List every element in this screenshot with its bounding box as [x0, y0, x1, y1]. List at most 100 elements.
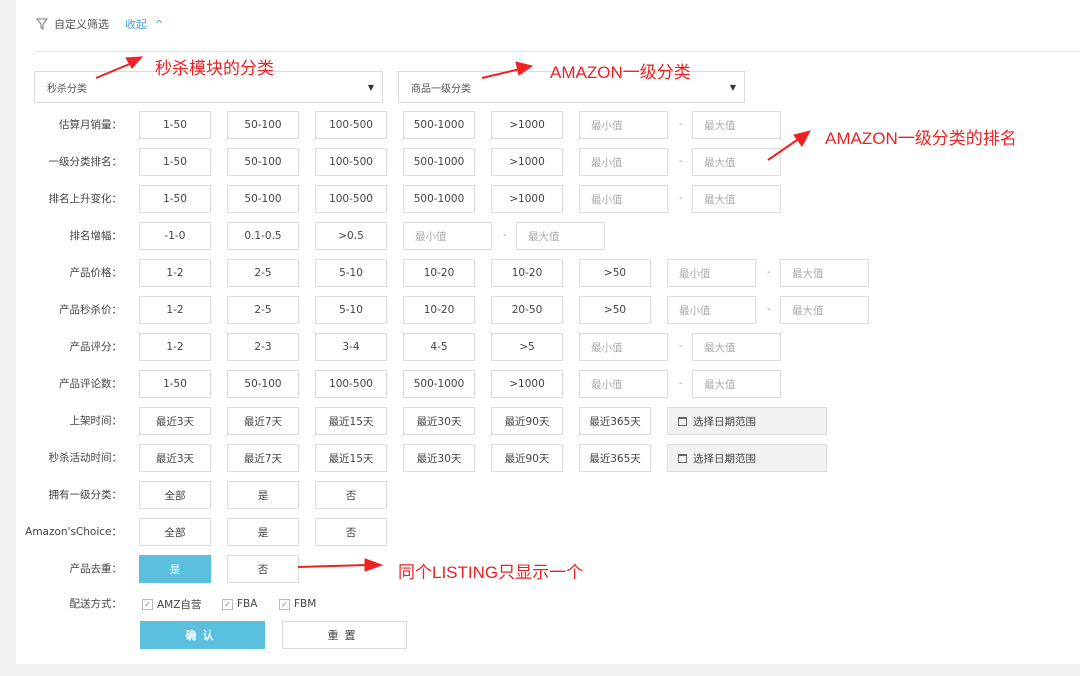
option-button[interactable]: 否 — [315, 481, 387, 509]
option-button[interactable]: 最近30天 — [403, 444, 475, 472]
min-value-input[interactable]: 最小值 — [579, 111, 668, 139]
min-value-input[interactable]: 最小值 — [579, 333, 668, 361]
option-button[interactable]: 100-500 — [315, 185, 387, 213]
option-button[interactable]: >1000 — [491, 370, 563, 398]
option-button[interactable]: 500-1000 — [403, 370, 475, 398]
option-button[interactable]: 1-50 — [139, 148, 211, 176]
max-value-input[interactable]: 最大值 — [692, 111, 781, 139]
option-button[interactable]: 1-50 — [139, 370, 211, 398]
option-button[interactable]: >1000 — [491, 185, 563, 213]
option-button[interactable]: >1000 — [491, 111, 563, 139]
max-value-input[interactable]: 最大值 — [780, 296, 869, 324]
delivery-checkbox[interactable]: ✓ FBM — [279, 596, 316, 612]
min-value-input[interactable]: 最小值 — [579, 148, 668, 176]
confirm-button[interactable]: 确认 — [140, 621, 265, 649]
delivery-checkbox[interactable]: ✓ AMZ自营 — [142, 596, 201, 612]
option-button[interactable]: 最近90天 — [491, 407, 563, 435]
option-button[interactable]: 2-3 — [227, 333, 299, 361]
min-value-input[interactable]: 最小值 — [403, 222, 492, 250]
option-button[interactable]: 500-1000 — [403, 185, 475, 213]
option-button[interactable]: 最近365天 — [579, 444, 651, 472]
option-button[interactable]: 100-500 — [315, 111, 387, 139]
min-value-input[interactable]: 最小值 — [667, 259, 756, 287]
option-button[interactable]: >50 — [579, 259, 651, 287]
product-category-value: 商品一级分类 — [411, 83, 471, 95]
option-button[interactable]: >1000 — [491, 148, 563, 176]
option-button[interactable]: 最近7天 — [227, 407, 299, 435]
option-button[interactable]: 50-100 — [227, 370, 299, 398]
min-value-input[interactable]: 最小值 — [579, 370, 668, 398]
calendar-icon — [678, 453, 687, 463]
option-button[interactable]: 1-2 — [139, 296, 211, 324]
max-value-input[interactable]: 最大值 — [516, 222, 605, 250]
option-button[interactable]: 1-50 — [139, 185, 211, 213]
option-button[interactable]: -1-0 — [139, 222, 211, 250]
option-button[interactable]: 最近30天 — [403, 407, 475, 435]
option-button[interactable]: 100-500 — [315, 148, 387, 176]
option-button[interactable]: 否 — [227, 555, 299, 583]
range-dash: - — [679, 341, 683, 352]
option-button[interactable]: 是 — [139, 555, 211, 583]
option-button[interactable]: 否 — [315, 518, 387, 546]
max-value-input[interactable]: 最大值 — [692, 370, 781, 398]
option-button[interactable]: 最近90天 — [491, 444, 563, 472]
option-button[interactable]: >5 — [491, 333, 563, 361]
row-label: Amazon'sChoice： — [25, 526, 122, 538]
option-button[interactable]: 是 — [227, 481, 299, 509]
range-dash: - — [679, 119, 683, 130]
date-range-picker[interactable]: 选择日期范围 — [667, 407, 827, 435]
option-button[interactable]: 1-2 — [139, 333, 211, 361]
option-button[interactable]: 2-5 — [227, 259, 299, 287]
option-button[interactable]: 20-50 — [491, 296, 563, 324]
option-button[interactable]: 全部 — [139, 481, 211, 509]
option-button[interactable]: 1-2 — [139, 259, 211, 287]
date-range-label: 选择日期范围 — [693, 415, 756, 428]
option-button[interactable]: 最近3天 — [139, 444, 211, 472]
delivery-option-label: AMZ自营 — [157, 598, 202, 611]
max-value-input[interactable]: 最大值 — [692, 185, 781, 213]
option-button[interactable]: 最近15天 — [315, 407, 387, 435]
option-button[interactable]: 500-1000 — [403, 148, 475, 176]
row-label: 上架时间： — [69, 415, 123, 427]
option-button[interactable]: 2-5 — [227, 296, 299, 324]
option-button[interactable]: 最近15天 — [315, 444, 387, 472]
option-button[interactable]: 50-100 — [227, 185, 299, 213]
min-value-input[interactable]: 最小值 — [579, 185, 668, 213]
option-button[interactable]: 50-100 — [227, 111, 299, 139]
option-button[interactable]: >0.5 — [315, 222, 387, 250]
option-button[interactable]: 4-5 — [403, 333, 475, 361]
max-value-input[interactable]: 最大值 — [692, 333, 781, 361]
min-value-input[interactable]: 最小值 — [667, 296, 756, 324]
option-button[interactable]: 最近365天 — [579, 407, 651, 435]
option-button[interactable]: 10-20 — [403, 259, 475, 287]
option-button[interactable]: 是 — [227, 518, 299, 546]
option-button[interactable]: >50 — [579, 296, 651, 324]
max-value-input[interactable]: 最大值 — [780, 259, 869, 287]
option-button[interactable]: 500-1000 — [403, 111, 475, 139]
delivery-checkbox[interactable]: ✓ FBA — [222, 596, 257, 612]
header-divider — [34, 51, 1080, 52]
max-value-input[interactable]: 最大值 — [692, 148, 781, 176]
option-button[interactable]: 5-10 — [315, 296, 387, 324]
checkbox-check-icon: ✓ — [279, 598, 290, 610]
option-button[interactable]: 3-4 — [315, 333, 387, 361]
option-button[interactable]: 全部 — [139, 518, 211, 546]
option-button[interactable]: 最近7天 — [227, 444, 299, 472]
option-button[interactable]: 5-10 — [315, 259, 387, 287]
date-range-picker[interactable]: 选择日期范围 — [667, 444, 827, 472]
row-label: 秒杀活动时间： — [48, 452, 123, 464]
collapse-link[interactable]: 收起 ^ — [125, 16, 164, 32]
option-button[interactable]: 最近3天 — [139, 407, 211, 435]
option-button[interactable]: 50-100 — [227, 148, 299, 176]
delivery-option-label: FBM — [294, 598, 317, 610]
option-button[interactable]: 100-500 — [315, 370, 387, 398]
range-dash: - — [679, 156, 683, 167]
reset-button[interactable]: 重置 — [282, 621, 407, 649]
option-button[interactable]: 0.1-0.5 — [227, 222, 299, 250]
funnel-icon — [36, 18, 48, 30]
option-button[interactable]: 10-20 — [403, 296, 475, 324]
option-button[interactable]: 10-20 — [491, 259, 563, 287]
row-label: 产品秒杀价： — [59, 304, 122, 316]
option-button[interactable]: 1-50 — [139, 111, 211, 139]
filter-header: 自定义筛选 收起 ^ — [36, 16, 164, 32]
